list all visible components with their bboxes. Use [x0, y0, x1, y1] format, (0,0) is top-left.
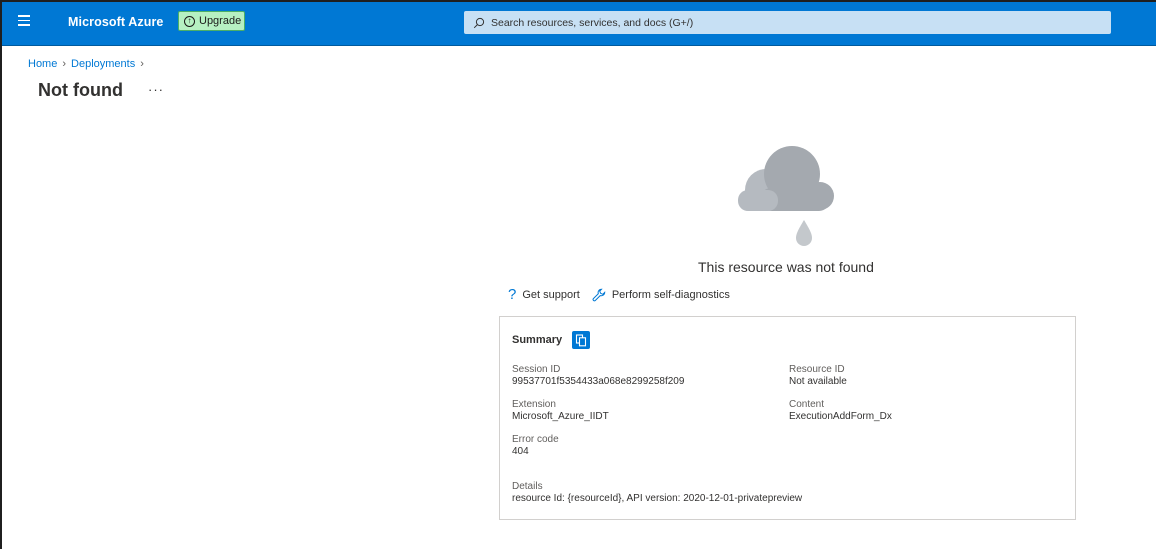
extension-field: Extension Microsoft_Azure_IIDT	[512, 399, 609, 423]
breadcrumb: Home › Deployments ›	[28, 58, 144, 70]
error-code-value: 404	[512, 446, 529, 457]
session-id-label: Session ID	[512, 364, 561, 375]
wrench-icon	[592, 288, 606, 301]
portal-window: Microsoft Azure ↑ Upgrade Search resourc…	[0, 0, 1156, 549]
content-field: Content ExecutionAddForm_Dx	[789, 399, 892, 423]
chevron-right-icon: ›	[62, 58, 67, 70]
resource-id-value: Not available	[789, 376, 847, 387]
top-bar: Microsoft Azure ↑ Upgrade Search resourc…	[2, 2, 1156, 46]
session-id-field: Session ID 99537701f5354433a068e8299258f…	[512, 364, 684, 388]
menu-icon[interactable]	[18, 15, 32, 29]
search-input[interactable]: Search resources, services, and docs (G+…	[464, 11, 1111, 34]
content-label: Content	[789, 399, 825, 410]
details-field: Details resource Id: {resourceId}, API v…	[512, 481, 802, 505]
upgrade-label: Upgrade	[199, 15, 242, 27]
session-id-value: 99537701f5354433a068e8299258f209	[512, 376, 685, 387]
page-title: Not found	[38, 80, 123, 100]
search-placeholder: Search resources, services, and docs (G+…	[491, 16, 694, 29]
details-label: Details	[512, 481, 543, 492]
summary-header: Summary	[512, 331, 591, 349]
resource-id-label: Resource ID	[789, 364, 845, 375]
upgrade-button[interactable]: ↑ Upgrade	[178, 11, 245, 31]
copy-button[interactable]	[572, 331, 591, 349]
chevron-right-icon: ›	[140, 58, 144, 70]
content-value: ExecutionAddForm_Dx	[789, 411, 892, 422]
error-code-label: Error code	[512, 434, 559, 445]
details-value: resource Id: {resourceId}, API version: …	[512, 493, 803, 504]
get-support-label: Get support	[522, 288, 580, 301]
self-diagnostics-label: Perform self-diagnostics	[611, 288, 730, 301]
self-diagnostics-link[interactable]: Perform self-diagnostics	[592, 288, 730, 302]
summary-title: Summary	[512, 334, 563, 346]
breadcrumb-deployments[interactable]: Deployments	[71, 58, 135, 70]
extension-label: Extension	[512, 399, 556, 410]
more-options-icon[interactable]: ···	[148, 82, 164, 97]
question-icon: ?	[508, 286, 517, 303]
not-found-message: This resource was not found	[698, 259, 874, 275]
cloud-rain-icon	[732, 144, 842, 252]
action-links: ? Get support Perform self-diagnostics	[508, 287, 742, 302]
arrow-up-circle-icon: ↑	[184, 15, 195, 27]
copy-icon	[576, 333, 587, 346]
summary-panel: Summary Session ID 99537701f5354433a068e…	[499, 316, 1076, 520]
extension-value: Microsoft_Azure_IIDT	[512, 411, 609, 422]
search-icon	[473, 17, 485, 28]
brand-title[interactable]: Microsoft Azure	[68, 15, 164, 29]
get-support-link[interactable]: ? Get support	[508, 287, 580, 302]
error-code-field: Error code 404	[512, 434, 559, 458]
resource-id-field: Resource ID Not available	[789, 364, 847, 388]
breadcrumb-home[interactable]: Home	[28, 58, 57, 70]
